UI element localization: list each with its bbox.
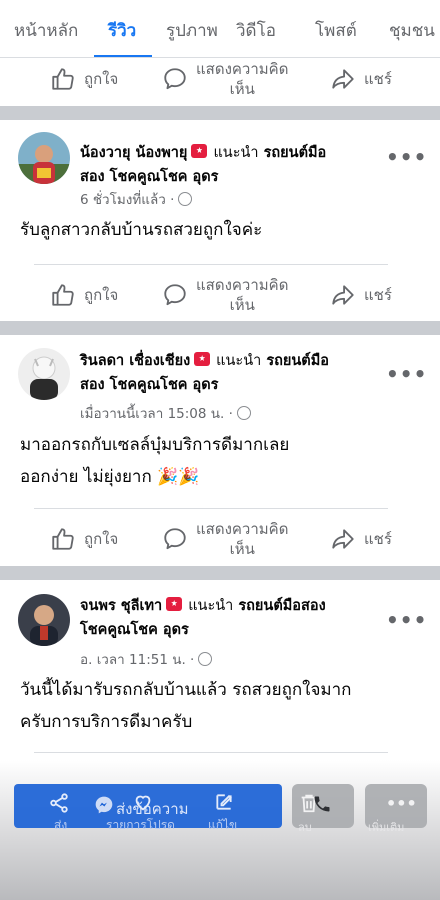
reviewer-name-text[interactable]: รินลดา เชื่องเชียง (80, 353, 190, 369)
recommend-badge-icon (166, 597, 183, 611)
recommends-label: แนะนำ (213, 145, 259, 161)
more-options-icon[interactable]: ••• (386, 362, 427, 386)
comment-label-2: เห็น (229, 296, 255, 314)
comment-label-1: แสดงความคิด (196, 60, 289, 78)
bottom-action-bar: ส่งข้อความ ส่ง รายการโปรด แก้ไข ลบ ••• เ… (0, 780, 440, 900)
page-name-1[interactable]: รถยนต์มือ (266, 353, 329, 369)
share-icon (332, 69, 354, 89)
post-text: วันนี้ได้มารับรถกลับบ้านแล้ว รถสวยถูกใจม… (20, 680, 352, 732)
share-nodes-icon (50, 793, 68, 813)
post-time[interactable]: 6 ชั่วโมงที่แล้ว · (80, 188, 193, 210)
reviewer-name: จนพร ชุลีเทา แนะนำ รถยนต์มือสองโชคคูณโชค … (80, 594, 380, 642)
comment-icon (164, 528, 186, 550)
edit-label: แก้ไข (208, 818, 238, 832)
comment-label-2: เห็น (229, 540, 255, 558)
post-text: มาออกรถกับเซลล์บุ๋มบริการดีมากเลย ออกง่า… (20, 435, 290, 487)
tab-photos[interactable]: รูปภาพ (166, 17, 218, 44)
comment-button[interactable]: แสดงความคิดเห็น (162, 508, 288, 570)
avatar[interactable] (18, 348, 70, 400)
heart-icon[interactable] (132, 791, 154, 813)
recommend-badge-icon (191, 144, 208, 158)
tab-posts[interactable]: โพสต์ (315, 17, 357, 44)
comment-button[interactable]: แสดงความคิดเห็น (162, 264, 288, 326)
globe-icon (198, 652, 213, 666)
avatar-photo-image (18, 132, 70, 184)
phone-icon[interactable] (312, 794, 332, 814)
messenger-icon (95, 796, 113, 814)
reviewer-name-text[interactable]: น้องวายุ น้องพายุ (80, 145, 187, 161)
more-options-icon[interactable]: ••• (386, 608, 427, 632)
recommend-badge-icon (194, 352, 211, 366)
review-1-actions: ถูกใจ แสดงความคิดเห็น แชร์ (0, 264, 440, 326)
share-button[interactable]: แชร์ (330, 264, 392, 326)
delete-label: ลบ (298, 821, 312, 834)
globe-icon (236, 406, 251, 420)
share-icon (332, 529, 354, 549)
feed-separator (0, 106, 440, 120)
tab-home[interactable]: หน้าหลัก (14, 17, 78, 44)
avatar[interactable] (18, 132, 70, 184)
reviewer-name-text[interactable]: จนพร ชุลีเทา (80, 598, 162, 614)
page-name-2[interactable]: สอง โชคคูณโชค อุดร (80, 169, 218, 185)
like-button[interactable]: ถูกใจ (50, 508, 118, 570)
avatar[interactable] (18, 594, 70, 646)
review-2-actions: ถูกใจ แสดงความคิดเห็น แชร์ (0, 508, 440, 570)
tab-community[interactable]: ชุมชน (389, 17, 435, 44)
recommends-label: แนะนำ (216, 353, 262, 369)
like-button[interactable]: ถูกใจ (50, 48, 118, 110)
share-icon (332, 285, 354, 305)
tab-videos[interactable]: วิดีโอ (236, 17, 276, 44)
divider (34, 752, 388, 753)
comment-icon (164, 68, 186, 90)
feed-separator (0, 321, 440, 335)
comment-button[interactable]: แสดงความคิดเห็น (162, 48, 288, 110)
post-text: รับลูกสาวกลับบ้านรถสวยถูกใจค่ะ (20, 220, 263, 240)
page-name-1[interactable]: รถยนต์มือสอง (238, 598, 325, 614)
globe-icon (178, 192, 193, 206)
comment-label-1: แสดงความคิด (196, 276, 289, 294)
thumbs-up-icon (52, 284, 74, 306)
page-name-2[interactable]: โชคคูณโชค อุดร (80, 622, 189, 638)
review-0-actions: ถูกใจ แสดงความคิดเห็น แชร์ (0, 48, 440, 110)
tab-reviews[interactable]: รีวิว (108, 17, 136, 44)
post-time[interactable]: อ. เวลา 11:51 น. · (80, 648, 213, 670)
comment-icon (164, 284, 186, 306)
page-name-2[interactable]: สอง โชคคูณโชค อุดร (80, 377, 218, 393)
avatar-photo-image (18, 594, 70, 646)
comment-label-2: เห็น (229, 80, 255, 98)
avatar-photo-image (18, 348, 70, 400)
recommends-label: แนะนำ (188, 598, 234, 614)
feed-separator (0, 566, 440, 580)
reviewer-name: น้องวายุ น้องพายุ แนะนำ รถยนต์มือสอง โชคค… (80, 141, 380, 189)
more-dots-icon: ••• (386, 794, 417, 813)
share-button[interactable]: แชร์ (330, 508, 392, 570)
share-short-label: ส่ง (54, 818, 68, 832)
favorites-label: รายการโปรด (106, 818, 175, 832)
like-button[interactable]: ถูกใจ (50, 264, 118, 326)
reviewer-name: รินลดา เชื่องเชียง แนะนำ รถยนต์มือสอง โชค… (80, 349, 380, 397)
comment-label-1: แสดงความคิด (196, 520, 289, 538)
page-name-1[interactable]: รถยนต์มือ (264, 145, 327, 161)
edit-icon[interactable] (214, 792, 234, 812)
post-time[interactable]: เมื่อวานนี้เวลา 15:08 น. · (80, 402, 251, 424)
more-options-icon[interactable]: ••• (386, 145, 427, 169)
thumbs-up-icon (52, 68, 74, 90)
share-button[interactable]: แชร์ (330, 48, 392, 110)
more-label: เพิ่มเติม (368, 821, 405, 834)
thumbs-up-icon (52, 528, 74, 550)
